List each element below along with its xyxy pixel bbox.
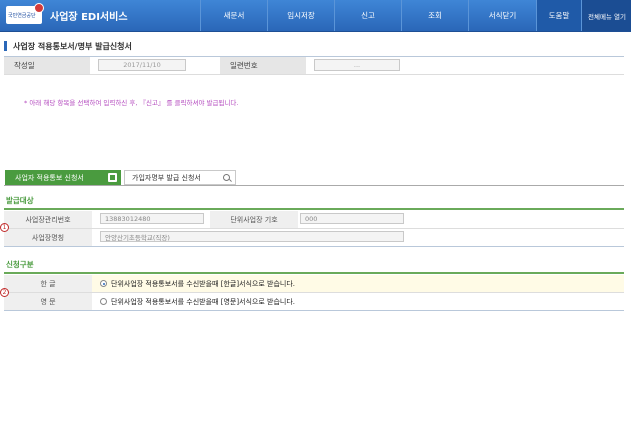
tab-workplace-notice[interactable]: 사업자 적용통보 신청서	[5, 170, 121, 185]
meta-divider	[4, 74, 624, 75]
all-menu-button[interactable]: 전체메뉴 열기	[581, 0, 631, 31]
issue-target-top-line	[4, 208, 624, 210]
tab-underline	[4, 185, 624, 186]
nav-temp-save[interactable]: 임시저장	[267, 0, 334, 31]
option-korean-row[interactable]: 한 글 단위사업장 적용통보서를 수신받을때 [한글]서식으로 받습니다.	[4, 275, 624, 293]
request-type-title: 신청구분	[6, 260, 34, 269]
request-type-top-line	[4, 272, 624, 274]
meta-row: 작성일 2017/11/10 일련번호 ...	[4, 57, 624, 74]
page-title: 사업장 적용통보서/명부 발급신청서	[13, 41, 132, 51]
nav-report[interactable]: 신고	[334, 0, 401, 31]
logo-emblem-icon	[34, 3, 44, 13]
form-icon	[108, 173, 117, 182]
option-english-row[interactable]: 영 문 단위사업장 적용통보서를 수신받을때 [영문]서식으로 받습니다.	[4, 293, 624, 311]
nps-logo: 국민연금공단	[6, 3, 44, 24]
title-bar-marker	[4, 41, 7, 51]
tab-member-register[interactable]: 가입자명부 발급 신청서	[124, 170, 236, 185]
option-english-text: 단위사업장 적용통보서를 수신받을때 [영문]서식으로 받습니다.	[111, 298, 296, 306]
tab-workplace-notice-label: 사업자 적용통보 신청서	[15, 173, 84, 182]
workplace-name-label: 사업장명칭	[4, 229, 92, 246]
help-button[interactable]: 도움말	[536, 0, 581, 31]
serial-field: ...	[314, 59, 400, 71]
date-field: 2017/11/10	[98, 59, 186, 71]
option-korean-text: 단위사업장 적용통보서를 수신받을때 [한글]서식으로 받습니다.	[111, 280, 296, 288]
page-title-row: 사업장 적용통보서/명부 발급신청서	[4, 40, 132, 52]
nav-inquiry[interactable]: 조회	[401, 0, 468, 31]
option-english-label: 영 문	[4, 293, 92, 310]
logo-text: 국민연금공단	[8, 13, 36, 19]
mgmt-no-row: 사업장관리번호 13883012480 단위사업장 기호 000	[4, 211, 624, 229]
search-icon	[223, 174, 230, 181]
radio-korean[interactable]	[100, 280, 107, 287]
radio-english[interactable]	[100, 298, 107, 305]
nav-close-form[interactable]: 서식닫기	[468, 0, 536, 31]
top-header: 국민연금공단 사업장 EDI서비스 새문서 임시저장 신고 조회 서식닫기 도움…	[0, 0, 631, 32]
mgmt-no-field: 13883012480	[100, 213, 204, 224]
tab-member-register-label: 가입자명부 발급 신청서	[132, 173, 201, 182]
marker-1-icon: 1	[0, 223, 9, 232]
date-label: 작성일	[4, 57, 90, 74]
mgmt-no-label: 사업장관리번호	[4, 211, 92, 228]
option-korean-label: 한 글	[4, 275, 92, 292]
instruction-notice: * 아래 해당 항목을 선택하여 입력하신 후, 『신고』 를 클릭하셔야 발급…	[24, 99, 239, 107]
unit-code-label: 단위사업장 기호	[210, 211, 298, 228]
workplace-name-row: 사업장명칭 안양산기초등학교(직장)	[4, 229, 624, 247]
app-title: 사업장 EDI서비스	[50, 12, 128, 23]
serial-label: 일련번호	[220, 57, 306, 74]
nav-new-document[interactable]: 새문서	[200, 0, 267, 31]
marker-2-icon: 2	[0, 288, 9, 297]
workplace-name-field: 안양산기초등학교(직장)	[100, 231, 404, 242]
unit-code-field: 000	[300, 213, 404, 224]
issue-target-title: 발급대상	[6, 196, 34, 205]
